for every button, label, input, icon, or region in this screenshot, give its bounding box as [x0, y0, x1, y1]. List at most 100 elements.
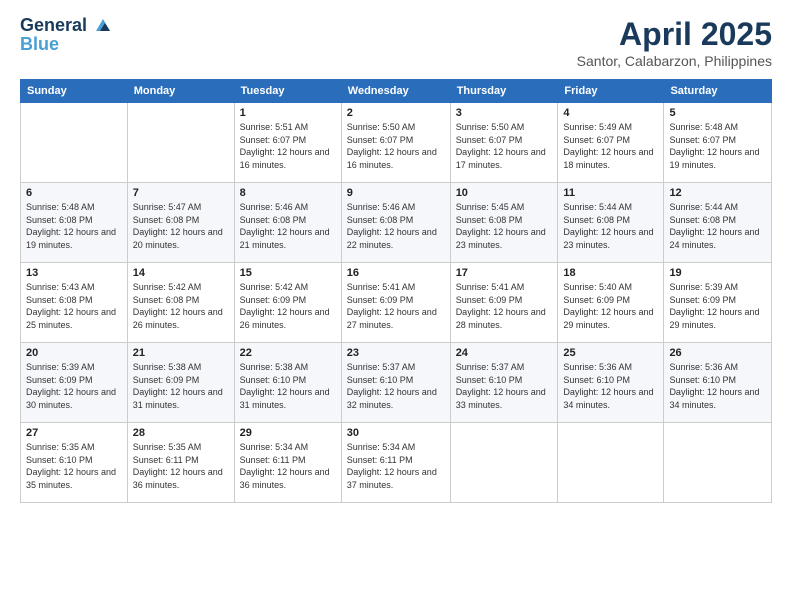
col-saturday: Saturday	[664, 80, 772, 103]
calendar-day-cell: 3 Sunrise: 5:50 AMSunset: 6:07 PMDaylight…	[450, 103, 558, 183]
day-detail: Sunrise: 5:34 AMSunset: 6:11 PMDaylight:…	[240, 441, 336, 491]
calendar-week-row: 1 Sunrise: 5:51 AMSunset: 6:07 PMDaylight…	[21, 103, 772, 183]
day-number: 26	[669, 347, 766, 359]
logo: General Blue	[20, 16, 112, 55]
col-tuesday: Tuesday	[234, 80, 341, 103]
day-number: 23	[347, 347, 445, 359]
calendar-day-cell: 14Sunrise: 5:42 AMSunset: 6:08 PMDayligh…	[127, 263, 234, 343]
day-number: 9	[347, 187, 445, 199]
day-detail: Sunrise: 5:35 AMSunset: 6:10 PMDaylight:…	[26, 441, 122, 491]
calendar-week-row: 13 Sunrise: 5:43 AMSunset: 6:08 PMDayligh…	[21, 263, 772, 343]
day-number: 28	[133, 427, 229, 439]
day-number: 16	[347, 267, 445, 279]
calendar-day-cell	[664, 423, 772, 503]
day-detail: Sunrise: 5:48 AMSunset: 6:07 PMDaylight:…	[669, 121, 766, 171]
calendar-day-cell: 13 Sunrise: 5:43 AMSunset: 6:08 PMDayligh…	[21, 263, 128, 343]
day-detail: Sunrise: 5:43 AMSunset: 6:08 PMDaylight:…	[26, 281, 122, 331]
day-detail: Sunrise: 5:46 AMSunset: 6:08 PMDaylight:…	[240, 201, 336, 251]
col-friday: Friday	[558, 80, 664, 103]
calendar-day-cell: 23 Sunrise: 5:37 AMSunset: 6:10 PMDayligh…	[341, 343, 450, 423]
calendar-day-cell	[21, 103, 128, 183]
day-number: 19	[669, 267, 766, 279]
day-detail: Sunrise: 5:40 AMSunset: 6:09 PMDaylight:…	[563, 281, 658, 331]
day-detail: Sunrise: 5:36 AMSunset: 6:10 PMDaylight:…	[563, 361, 658, 411]
day-number: 2	[347, 107, 445, 119]
logo-icon	[94, 17, 112, 35]
col-thursday: Thursday	[450, 80, 558, 103]
calendar-day-cell: 28 Sunrise: 5:35 AMSunset: 6:11 PMDayligh…	[127, 423, 234, 503]
day-detail: Sunrise: 5:49 AMSunset: 6:07 PMDaylight:…	[563, 121, 658, 171]
logo-text: General	[20, 16, 112, 36]
col-sunday: Sunday	[21, 80, 128, 103]
calendar-day-cell	[450, 423, 558, 503]
day-detail: Sunrise: 5:38 AMSunset: 6:10 PMDaylight:…	[240, 361, 336, 411]
day-detail: Sunrise: 5:37 AMSunset: 6:10 PMDaylight:…	[347, 361, 445, 411]
col-monday: Monday	[127, 80, 234, 103]
day-number: 15	[240, 267, 336, 279]
calendar-day-cell: 9 Sunrise: 5:46 AMSunset: 6:08 PMDaylight…	[341, 183, 450, 263]
day-detail: Sunrise: 5:48 AMSunset: 6:08 PMDaylight:…	[26, 201, 122, 251]
day-number: 14	[133, 267, 229, 279]
calendar-day-cell: 7 Sunrise: 5:47 AMSunset: 6:08 PMDaylight…	[127, 183, 234, 263]
calendar-day-cell: 18Sunrise: 5:40 AMSunset: 6:09 PMDayligh…	[558, 263, 664, 343]
day-number: 10	[456, 187, 553, 199]
calendar-day-cell: 17Sunrise: 5:41 AMSunset: 6:09 PMDayligh…	[450, 263, 558, 343]
calendar-day-cell: 25Sunrise: 5:36 AMSunset: 6:10 PMDayligh…	[558, 343, 664, 423]
day-number: 3	[456, 107, 553, 119]
day-number: 30	[347, 427, 445, 439]
day-number: 11	[563, 187, 658, 199]
day-detail: Sunrise: 5:47 AMSunset: 6:08 PMDaylight:…	[133, 201, 229, 251]
day-number: 13	[26, 267, 122, 279]
calendar-day-cell	[558, 423, 664, 503]
day-detail: Sunrise: 5:36 AMSunset: 6:10 PMDaylight:…	[669, 361, 766, 411]
day-detail: Sunrise: 5:51 AMSunset: 6:07 PMDaylight:…	[240, 121, 336, 171]
day-detail: Sunrise: 5:38 AMSunset: 6:09 PMDaylight:…	[133, 361, 229, 411]
day-detail: Sunrise: 5:50 AMSunset: 6:07 PMDaylight:…	[456, 121, 553, 171]
title-section: April 2025 Santor, Calabarzon, Philippin…	[577, 16, 772, 69]
calendar-day-cell: 6 Sunrise: 5:48 AMSunset: 6:08 PMDaylight…	[21, 183, 128, 263]
calendar-day-cell	[127, 103, 234, 183]
calendar-day-cell: 16Sunrise: 5:41 AMSunset: 6:09 PMDayligh…	[341, 263, 450, 343]
day-detail: Sunrise: 5:44 AMSunset: 6:08 PMDaylight:…	[563, 201, 658, 251]
day-number: 7	[133, 187, 229, 199]
calendar-day-cell: 22 Sunrise: 5:38 AMSunset: 6:10 PMDayligh…	[234, 343, 341, 423]
calendar-day-cell: 21 Sunrise: 5:38 AMSunset: 6:09 PMDayligh…	[127, 343, 234, 423]
day-detail: Sunrise: 5:44 AMSunset: 6:08 PMDaylight:…	[669, 201, 766, 251]
calendar-day-cell: 5 Sunrise: 5:48 AMSunset: 6:07 PMDaylight…	[664, 103, 772, 183]
day-detail: Sunrise: 5:35 AMSunset: 6:11 PMDaylight:…	[133, 441, 229, 491]
calendar-day-cell: 10 Sunrise: 5:45 AMSunset: 6:08 PMDayligh…	[450, 183, 558, 263]
calendar-day-cell: 8Sunrise: 5:46 AMSunset: 6:08 PMDaylight…	[234, 183, 341, 263]
calendar-header-row: Sunday Monday Tuesday Wednesday Thursday…	[21, 80, 772, 103]
calendar-day-cell: 12 Sunrise: 5:44 AMSunset: 6:08 PMDayligh…	[664, 183, 772, 263]
calendar-week-row: 20Sunrise: 5:39 AMSunset: 6:09 PMDayligh…	[21, 343, 772, 423]
calendar-day-cell: 29 Sunrise: 5:34 AMSunset: 6:11 PMDayligh…	[234, 423, 341, 503]
calendar-day-cell: 2 Sunrise: 5:50 AMSunset: 6:07 PMDaylight…	[341, 103, 450, 183]
calendar-day-cell: 19Sunrise: 5:39 AMSunset: 6:09 PMDayligh…	[664, 263, 772, 343]
day-detail: Sunrise: 5:42 AMSunset: 6:09 PMDaylight:…	[240, 281, 336, 331]
day-number: 24	[456, 347, 553, 359]
logo-blue: Blue	[20, 34, 112, 55]
day-detail: Sunrise: 5:45 AMSunset: 6:08 PMDaylight:…	[456, 201, 553, 251]
location-subtitle: Santor, Calabarzon, Philippines	[577, 53, 772, 69]
day-number: 1	[240, 107, 336, 119]
calendar-day-cell: 26 Sunrise: 5:36 AMSunset: 6:10 PMDayligh…	[664, 343, 772, 423]
day-detail: Sunrise: 5:41 AMSunset: 6:09 PMDaylight:…	[456, 281, 553, 331]
day-detail: Sunrise: 5:50 AMSunset: 6:07 PMDaylight:…	[347, 121, 445, 171]
calendar-day-cell: 30 Sunrise: 5:34 AMSunset: 6:11 PMDayligh…	[341, 423, 450, 503]
calendar-day-cell: 15 Sunrise: 5:42 AMSunset: 6:09 PMDayligh…	[234, 263, 341, 343]
day-number: 29	[240, 427, 336, 439]
day-number: 21	[133, 347, 229, 359]
day-number: 20	[26, 347, 122, 359]
day-number: 4	[563, 107, 658, 119]
calendar-week-row: 27Sunrise: 5:35 AMSunset: 6:10 PMDayligh…	[21, 423, 772, 503]
day-detail: Sunrise: 5:46 AMSunset: 6:08 PMDaylight:…	[347, 201, 445, 251]
col-wednesday: Wednesday	[341, 80, 450, 103]
day-number: 22	[240, 347, 336, 359]
calendar-table: Sunday Monday Tuesday Wednesday Thursday…	[20, 79, 772, 503]
day-number: 12	[669, 187, 766, 199]
day-number: 5	[669, 107, 766, 119]
calendar-week-row: 6 Sunrise: 5:48 AMSunset: 6:08 PMDaylight…	[21, 183, 772, 263]
day-number: 6	[26, 187, 122, 199]
day-detail: Sunrise: 5:34 AMSunset: 6:11 PMDaylight:…	[347, 441, 445, 491]
calendar-day-cell: 24Sunrise: 5:37 AMSunset: 6:10 PMDayligh…	[450, 343, 558, 423]
